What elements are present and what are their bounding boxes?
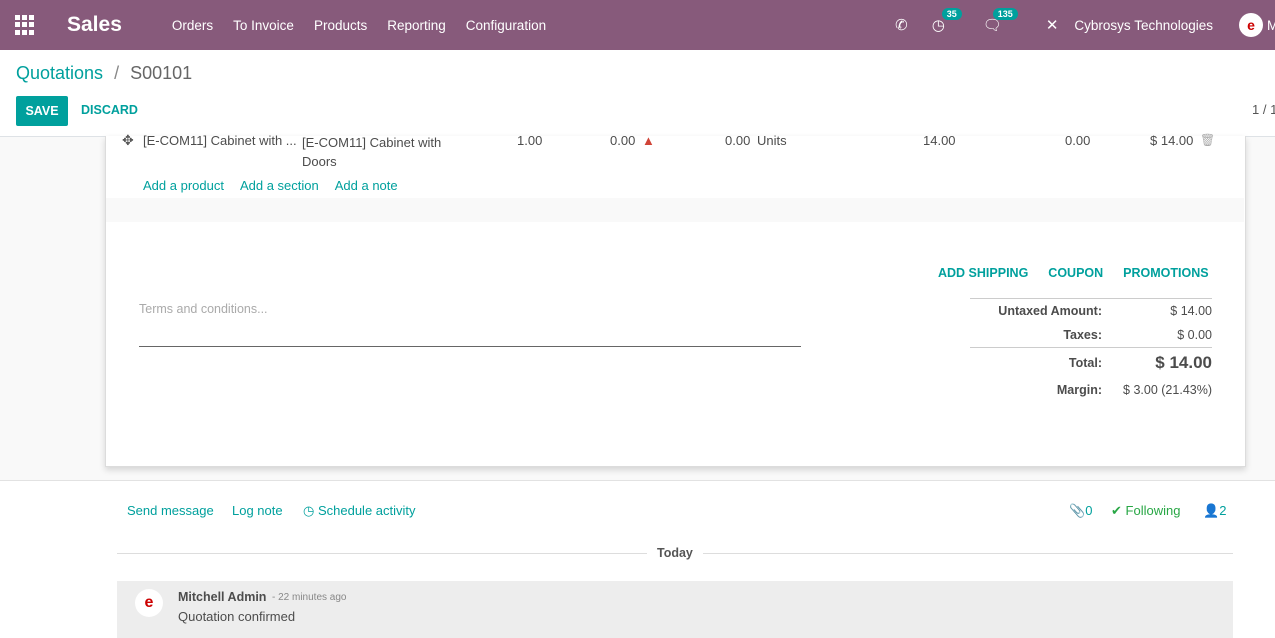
user-avatar[interactable]: e: [1239, 13, 1263, 37]
schedule-activity-button[interactable]: ◷ Schedule activity: [303, 503, 416, 519]
line-quantity[interactable]: 1.00: [517, 133, 542, 148]
drag-handle-icon[interactable]: ✥: [122, 132, 134, 149]
navbar-systray: ✆ ◷ 35 🗨 135 ✕ Cybrosys Technologies e M: [895, 0, 1275, 50]
total-row: Total: $ 14.00: [970, 347, 1212, 378]
line-unit-price[interactable]: 14.00: [923, 133, 956, 148]
untaxed-value: $ 14.00: [1170, 304, 1212, 318]
breadcrumb-quotations[interactable]: Quotations: [16, 63, 103, 83]
order-actions: ADD SHIPPING COUPON PROMOTIONS: [938, 266, 1209, 280]
discard-button[interactable]: DISCARD: [81, 103, 138, 117]
user-icon: 👤: [1203, 503, 1220, 518]
user-menu[interactable]: M: [1267, 18, 1275, 33]
send-message-button[interactable]: Send message: [127, 503, 214, 518]
breadcrumb: Quotations / S00101: [16, 63, 192, 84]
menu-reporting[interactable]: Reporting: [377, 18, 456, 33]
attachment-count: 0: [1085, 503, 1093, 518]
save-button[interactable]: SAVE: [16, 96, 68, 126]
app-name[interactable]: Sales: [67, 13, 122, 37]
control-panel: Quotations / S00101 SAVE DISCARD 1 / 1: [0, 50, 1275, 137]
breadcrumb-separator: /: [114, 63, 120, 83]
promotions-button[interactable]: PROMOTIONS: [1123, 266, 1208, 280]
taxes-label: Taxes:: [1063, 328, 1102, 342]
line-delivered: 0.00: [610, 133, 636, 148]
message-time: - 22 minutes ago: [272, 592, 347, 603]
line-description[interactable]: [E-COM11] Cabinet with Doors: [302, 133, 441, 171]
chatter: Send message Log note ◷ Schedule activit…: [0, 480, 1275, 638]
following-label: Following: [1125, 503, 1181, 518]
line-invoiced: 0.00: [725, 133, 751, 148]
paperclip-icon: 📎: [1069, 503, 1086, 518]
untaxed-row: Untaxed Amount: $ 14.00: [970, 299, 1212, 323]
total-label: Total:: [1068, 356, 1102, 370]
line-description-2: Doors: [302, 154, 337, 169]
line-uom[interactable]: Units: [757, 133, 787, 148]
margin-value: $ 3.00 (21.43%): [1123, 383, 1212, 397]
add-note-link[interactable]: Add a note: [335, 178, 398, 193]
taxes-row: Taxes: $ 0.00: [970, 323, 1212, 347]
clock-icon: ◷: [303, 503, 315, 518]
line-product[interactable]: [E-COM11] Cabinet with ...: [143, 133, 297, 148]
message-author-avatar[interactable]: e: [135, 589, 163, 617]
main-menu: Orders To Invoice Products Reporting Con…: [162, 18, 556, 33]
message-author[interactable]: Mitchell Admin: [178, 590, 266, 604]
add-shipping-button[interactable]: ADD SHIPPING: [938, 266, 1028, 280]
messages-icon[interactable]: 🗨 135: [983, 8, 1018, 34]
area-chart-icon[interactable]: ▲: [642, 133, 655, 148]
apps-grid-icon[interactable]: [15, 15, 35, 35]
message-body: Quotation confirmed: [178, 609, 296, 624]
breadcrumb-current: S00101: [130, 63, 193, 83]
empty-line-row: [106, 198, 1244, 222]
line-subtotal: $ 14.00: [1150, 133, 1194, 148]
message-count-badge: 135: [992, 8, 1018, 20]
menu-to-invoice[interactable]: To Invoice: [223, 18, 304, 33]
taxes-value: $ 0.00: [1177, 328, 1212, 342]
menu-products[interactable]: Products: [304, 18, 377, 33]
coupon-button[interactable]: COUPON: [1048, 266, 1103, 280]
date-divider-label: Today: [647, 546, 703, 560]
log-note-button[interactable]: Log note: [232, 503, 283, 518]
schedule-activity-label: Schedule activity: [317, 503, 416, 518]
terms-conditions-input[interactable]: Terms and conditions...: [139, 302, 801, 347]
menu-orders[interactable]: Orders: [162, 18, 223, 33]
total-value: $ 14.00: [1155, 353, 1212, 372]
order-line-row[interactable]: ✥ [E-COM11] Cabinet with ... [E-COM11] C…: [106, 132, 1244, 173]
company-switcher[interactable]: Cybrosys Technologies: [1074, 18, 1213, 33]
chatter-message: e Mitchell Admin - 22 minutes ago Quotat…: [117, 581, 1233, 638]
record-pager[interactable]: 1 / 1: [1252, 102, 1275, 117]
form-sheet: ✥ [E-COM11] Cabinet with ... [E-COM11] C…: [105, 132, 1246, 467]
line-add-links: Add a product Add a section Add a note: [143, 178, 398, 193]
activity-count-badge: 35: [941, 8, 962, 20]
add-section-link[interactable]: Add a section: [240, 178, 319, 193]
line-discount[interactable]: 0.00: [1065, 133, 1090, 148]
phone-icon[interactable]: ✆: [895, 16, 908, 34]
line-description-1: [E-COM11] Cabinet with: [302, 135, 442, 150]
trash-icon[interactable]: 🗑: [1200, 133, 1215, 147]
attachments-button[interactable]: 📎0: [1069, 503, 1092, 519]
menu-configuration[interactable]: Configuration: [456, 18, 556, 33]
tools-icon[interactable]: ✕: [1046, 16, 1059, 34]
add-product-link[interactable]: Add a product: [143, 178, 224, 193]
top-navbar: Sales Orders To Invoice Products Reporti…: [0, 0, 1275, 50]
untaxed-label: Untaxed Amount:: [998, 304, 1102, 318]
activity-clock-icon[interactable]: ◷ 35: [932, 8, 962, 34]
totals-summary: Untaxed Amount: $ 14.00 Taxes: $ 0.00 To…: [970, 298, 1212, 402]
followers-count: 2: [1219, 503, 1227, 518]
margin-row: Margin: $ 3.00 (21.43%): [970, 378, 1212, 402]
check-icon: ✔: [1111, 503, 1122, 518]
margin-label: Margin:: [1056, 383, 1102, 397]
following-button[interactable]: ✔ Following: [1111, 503, 1180, 519]
followers-button[interactable]: 👤2: [1203, 503, 1226, 519]
